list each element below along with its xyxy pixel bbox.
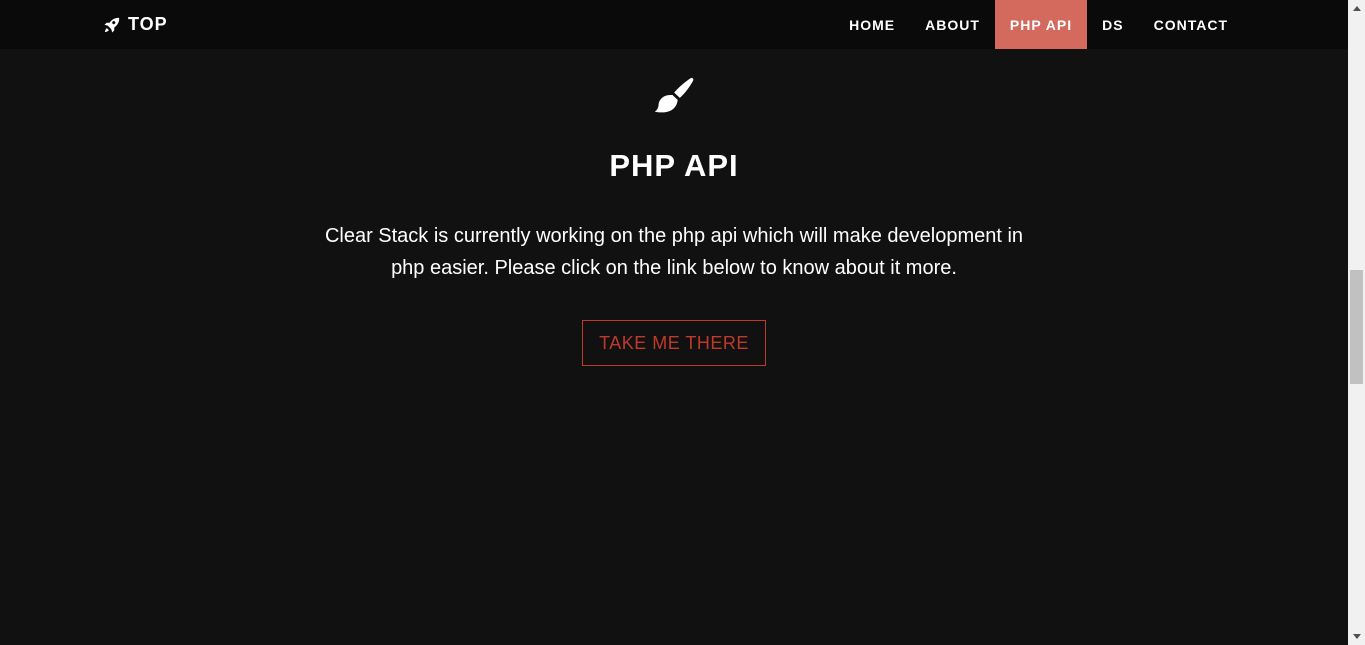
- navbar: TOP HOME ABOUT PHP API DS CONTACT: [0, 0, 1348, 49]
- nav-item-contact[interactable]: CONTACT: [1139, 0, 1243, 49]
- scrollbar-thumb[interactable]: [1350, 270, 1363, 384]
- paint-brush-icon: [654, 77, 694, 113]
- take-me-there-button[interactable]: TAKE ME THERE: [582, 320, 766, 366]
- nav-item-home[interactable]: HOME: [834, 0, 910, 49]
- nav-item-ds[interactable]: DS: [1087, 0, 1138, 49]
- scroll-up-arrow-icon[interactable]: [1348, 0, 1365, 17]
- nav-item-php-api[interactable]: PHP API: [994, 0, 1088, 49]
- main-nav: HOME ABOUT PHP API DS CONTACT: [834, 0, 1243, 49]
- nav-item-about[interactable]: ABOUT: [910, 0, 995, 49]
- page: TOP HOME ABOUT PHP API DS CONTACT PHP AP…: [0, 0, 1365, 645]
- php-api-section: PHP API Clear Stack is currently working…: [0, 49, 1348, 366]
- rocket-icon: [104, 17, 120, 32]
- section-description: Clear Stack is currently working on the …: [324, 225, 1024, 279]
- scroll-down-arrow-icon[interactable]: [1348, 628, 1365, 645]
- vertical-scrollbar[interactable]: [1348, 0, 1365, 645]
- brand-link[interactable]: TOP: [103, 0, 168, 49]
- section-title: PHP API: [609, 148, 739, 183]
- brand-label: TOP: [128, 14, 168, 34]
